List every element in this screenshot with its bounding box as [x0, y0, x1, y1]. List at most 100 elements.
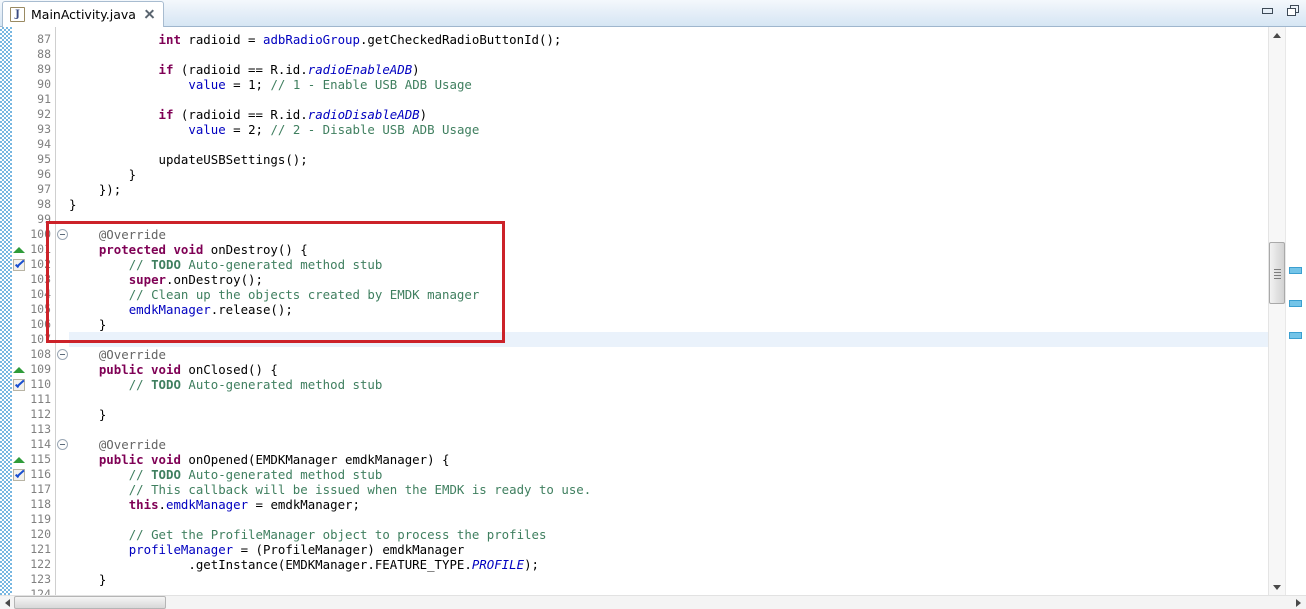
line-number: 104 [17, 287, 51, 302]
code-token: } [69, 407, 106, 422]
line-number: 95 [17, 152, 51, 167]
code-token: emdkManager [129, 302, 211, 317]
code-token [69, 377, 129, 392]
code-token: if [159, 107, 174, 122]
code-token: // 1 - Enable USB ADB Usage [270, 77, 471, 92]
line-number: 88 [17, 47, 51, 62]
code-token: TODO [151, 467, 181, 482]
line-number: 103 [17, 272, 51, 287]
code-token: 2 [248, 122, 255, 137]
fold-collapse-icon[interactable] [57, 349, 68, 360]
code-token: this [129, 497, 159, 512]
code-token: radioEnableADB [308, 62, 412, 77]
code-token: = (ProfileManager) emdkManager [233, 542, 464, 557]
code-line: } [69, 167, 136, 182]
code-line: // TODO Auto-generated method stub [69, 377, 382, 392]
minimize-button[interactable] [1260, 4, 1276, 18]
code-token [69, 452, 99, 467]
code-token: value [188, 77, 225, 92]
code-line: public void onClosed() { [69, 362, 278, 377]
code-token [69, 497, 129, 512]
line-number: 119 [17, 512, 51, 527]
line-number: 96 [17, 167, 51, 182]
code-line: // TODO Auto-generated method stub [69, 467, 382, 482]
line-number-gutter[interactable]: 8788899091929394959697989910010110210310… [12, 27, 56, 595]
code-token: ; [256, 122, 271, 137]
code-line: @Override [69, 347, 166, 362]
code-line: value = 2; // 2 - Disable USB ADB Usage [69, 122, 479, 137]
line-number: 99 [17, 212, 51, 227]
code-token: radioid = [188, 32, 263, 47]
code-token: 1 [248, 77, 255, 92]
code-token: onDestroy() { [203, 242, 307, 257]
code-token [69, 302, 129, 317]
code-line: } [69, 317, 106, 332]
line-number: 97 [17, 182, 51, 197]
horizontal-scrollbar[interactable] [0, 595, 1306, 609]
code-line: // Clean up the objects created by EMDK … [69, 287, 479, 302]
vertical-scrollbar-thumb[interactable] [1269, 242, 1285, 304]
line-number: 91 [17, 92, 51, 107]
code-token [69, 122, 188, 137]
code-token: ) [412, 62, 419, 77]
code-token: Auto-generated method stub [181, 377, 382, 392]
code-token: onClosed() { [181, 362, 278, 377]
code-token [69, 77, 188, 92]
code-token: if [159, 62, 174, 77]
line-number: 123 [17, 572, 51, 587]
minimize-icon [1262, 8, 1273, 14]
code-token: .getInstance(EMDKManager.FEATURE_TYPE. [69, 557, 472, 572]
code-token: (radioid == R.id. [173, 107, 307, 122]
line-number: 118 [17, 497, 51, 512]
code-token [69, 272, 129, 287]
overview-ruler[interactable] [1285, 27, 1306, 595]
code-token: radioDisableADB [308, 107, 420, 122]
code-token: TODO [151, 377, 181, 392]
code-token: emdkManager [166, 497, 248, 512]
line-number: 120 [17, 527, 51, 542]
code-token [69, 257, 129, 272]
overview-ruler-marker[interactable] [1289, 332, 1302, 339]
code-line: public void onOpened(EMDKManager emdkMan… [69, 452, 449, 467]
code-line: @Override [69, 437, 166, 452]
overview-ruler-marker[interactable] [1289, 267, 1302, 274]
maximize-button[interactable] [1286, 4, 1302, 18]
code-token: public void [99, 452, 181, 467]
scroll-left-arrow-icon[interactable] [0, 596, 14, 609]
line-number: 92 [17, 107, 51, 122]
code-token: updateUSBSettings(); [69, 152, 308, 167]
scroll-down-arrow-icon[interactable] [1269, 579, 1285, 595]
code-token [69, 107, 159, 122]
line-number: 114 [17, 437, 51, 452]
line-number: 107 [17, 332, 51, 347]
code-line: @Override [69, 227, 166, 242]
code-token [69, 527, 129, 542]
line-number: 113 [17, 422, 51, 437]
overview-ruler-marker[interactable] [1289, 300, 1302, 307]
fold-collapse-icon[interactable] [57, 439, 68, 450]
close-icon[interactable] [144, 9, 155, 20]
code-token: // 2 - Disable USB ADB Usage [270, 122, 479, 137]
code-token [69, 32, 159, 47]
code-token: @Override [69, 347, 166, 362]
horizontal-scrollbar-thumb[interactable] [14, 596, 166, 609]
code-line: super.onDestroy(); [69, 272, 263, 287]
code-token: .release(); [211, 302, 293, 317]
code-text-area[interactable]: int radioid = adbRadioGroup.getCheckedRa… [69, 27, 1268, 595]
eclipse-editor-window: J MainActivity.java 87888990919293949596… [0, 0, 1306, 609]
code-token: value [188, 122, 225, 137]
fold-collapse-icon[interactable] [57, 229, 68, 240]
line-number: 112 [17, 407, 51, 422]
folding-ruler[interactable] [56, 27, 69, 595]
vertical-scrollbar[interactable] [1268, 27, 1285, 595]
code-line: profileManager = (ProfileManager) emdkMa… [69, 542, 464, 557]
line-number: 87 [17, 32, 51, 47]
editor-tab-mainactivity[interactable]: J MainActivity.java [2, 1, 164, 27]
code-token: int [159, 32, 189, 47]
scroll-up-arrow-icon[interactable] [1269, 27, 1285, 43]
line-number: 100 [17, 227, 51, 242]
code-line: } [69, 572, 106, 587]
scroll-right-arrow-icon[interactable] [1292, 596, 1306, 609]
code-line: updateUSBSettings(); [69, 152, 308, 167]
code-token [69, 287, 129, 302]
